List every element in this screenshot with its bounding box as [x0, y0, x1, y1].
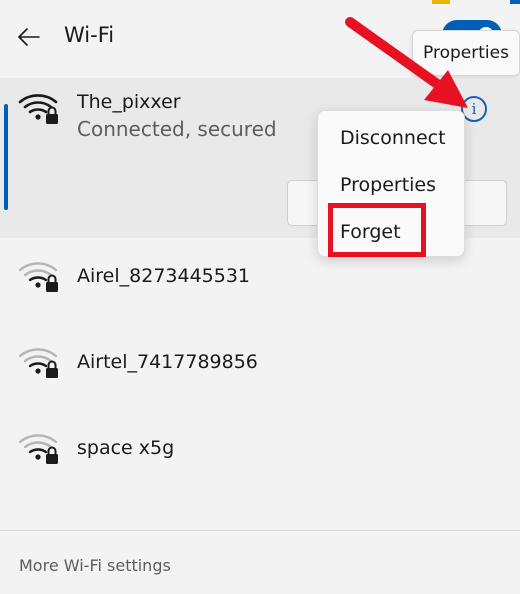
- network-status: Connected, secured: [77, 117, 277, 141]
- wifi-medium-secured-icon: [18, 348, 58, 378]
- wifi-medium-secured-icon: [18, 262, 58, 292]
- more-wifi-settings-link[interactable]: More Wi-Fi settings: [19, 556, 171, 575]
- wifi-medium-secured-icon: [18, 434, 58, 464]
- wifi-full-secured-icon: [18, 94, 58, 124]
- annotation-highlight-box: [328, 203, 426, 257]
- footer-divider: [0, 530, 520, 531]
- selection-indicator: [4, 104, 8, 210]
- network-name[interactable]: Airtel_7417789856: [77, 351, 258, 373]
- wifi-flyout: Wi-Fi Properties The_pixxer Connected, s…: [0, 0, 520, 594]
- network-name: The_pixxer: [77, 91, 181, 113]
- page-title: Wi-Fi: [64, 23, 115, 47]
- network-name[interactable]: space x5g: [77, 437, 174, 459]
- menu-item-properties[interactable]: Properties: [340, 174, 436, 196]
- menu-item-disconnect[interactable]: Disconnect: [340, 127, 446, 149]
- network-name[interactable]: Airel_8273445531: [77, 265, 250, 287]
- arrow-left-icon: [18, 28, 40, 46]
- annotation-arrow-icon: [345, 17, 468, 108]
- back-button[interactable]: [14, 22, 44, 52]
